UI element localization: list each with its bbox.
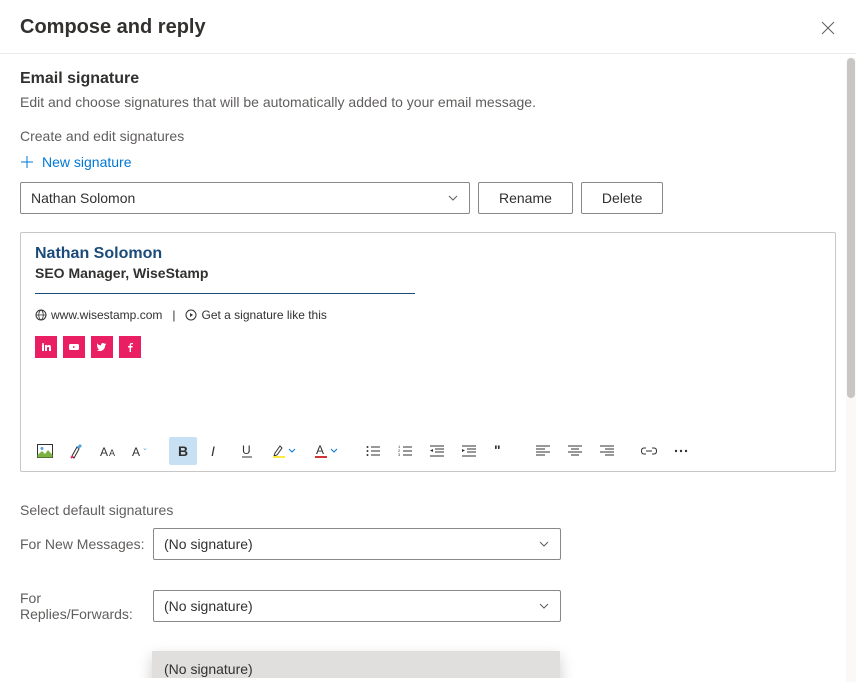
page-title: Compose and reply [20, 16, 206, 39]
preview-divider [35, 293, 415, 294]
new-signature-label: New signature [42, 154, 132, 170]
new-signature-button[interactable]: New signature [20, 154, 836, 170]
twitter-icon [91, 336, 113, 358]
svg-text:B: B [178, 444, 188, 458]
email-signature-heading: Email signature [20, 70, 836, 88]
signature-select[interactable]: Nathan Solomon [20, 182, 470, 214]
highlight-icon [272, 444, 286, 458]
align-right-icon [600, 445, 614, 457]
indent-button[interactable] [455, 437, 483, 465]
svg-text:3: 3 [398, 452, 401, 457]
bullet-list-button[interactable] [359, 437, 387, 465]
bold-button[interactable]: B [169, 437, 197, 465]
scrollbar-thumb[interactable] [847, 58, 855, 398]
youtube-icon [63, 336, 85, 358]
svg-text:A: A [132, 445, 140, 458]
preview-role: SEO Manager, WiseStamp [35, 265, 821, 281]
highlight-button[interactable] [265, 437, 303, 465]
new-messages-label: For New Messages: [20, 536, 153, 552]
quote-icon: " [494, 445, 508, 457]
align-left-icon [536, 445, 550, 457]
more-icon [674, 449, 688, 453]
bullet-list-icon [366, 445, 380, 457]
font-button[interactable]: AA [95, 437, 123, 465]
preview-cta: Get a signature like this [185, 308, 326, 322]
underline-button[interactable]: U [233, 437, 261, 465]
scrollbar[interactable] [846, 58, 856, 682]
align-center-icon [568, 445, 582, 457]
svg-text:I: I [211, 444, 215, 458]
replies-value: (No signature) [164, 598, 253, 614]
chevron-down-icon [288, 447, 296, 455]
new-messages-select[interactable]: (No signature) [153, 528, 561, 560]
replies-label: For Replies/Forwards: [20, 590, 153, 622]
indent-icon [462, 445, 476, 457]
signature-dropdown-menu: (No signature) Nathan Solomon [152, 651, 560, 678]
font-color-button[interactable]: A [307, 437, 345, 465]
play-circle-icon [185, 309, 197, 321]
quote-button[interactable]: " [487, 437, 515, 465]
align-left-button[interactable] [529, 437, 557, 465]
font-icon: AA [100, 444, 118, 458]
italic-icon: I [210, 444, 220, 458]
svg-text:": " [494, 445, 501, 457]
font-size-icon: A⌄ [132, 444, 150, 458]
new-messages-value: (No signature) [164, 536, 253, 552]
svg-text:A: A [316, 444, 324, 457]
outdent-icon [430, 445, 444, 457]
svg-text:⌄: ⌄ [142, 445, 148, 452]
close-button[interactable] [820, 20, 836, 36]
italic-button[interactable]: I [201, 437, 229, 465]
preview-separator: | [172, 308, 175, 322]
format-painter-button[interactable] [63, 437, 91, 465]
dropdown-item-no-signature[interactable]: (No signature) [152, 651, 560, 678]
linkedin-icon [35, 336, 57, 358]
outdent-button[interactable] [423, 437, 451, 465]
chevron-down-icon [538, 600, 550, 612]
underline-icon: U [241, 444, 253, 458]
email-signature-desc: Edit and choose signatures that will be … [20, 94, 836, 110]
image-icon [37, 444, 53, 458]
default-signatures-heading: Select default signatures [20, 502, 836, 518]
facebook-icon [119, 336, 141, 358]
more-options-button[interactable] [667, 437, 695, 465]
link-icon [641, 446, 657, 456]
chevron-down-icon [538, 538, 550, 550]
preview-name: Nathan Solomon [35, 245, 821, 263]
rename-button[interactable]: Rename [478, 182, 573, 214]
insert-image-button[interactable] [31, 437, 59, 465]
close-icon [821, 21, 835, 35]
preview-website: www.wisestamp.com [35, 308, 162, 322]
font-color-icon: A [314, 444, 328, 458]
align-right-button[interactable] [593, 437, 621, 465]
delete-button[interactable]: Delete [581, 182, 663, 214]
svg-text:A: A [109, 448, 115, 458]
create-signatures-label: Create and edit signatures [20, 128, 836, 144]
svg-text:A: A [100, 445, 108, 458]
align-center-button[interactable] [561, 437, 589, 465]
chevron-down-icon [447, 192, 459, 204]
signature-select-value: Nathan Solomon [31, 190, 135, 206]
svg-text:U: U [242, 444, 251, 457]
chevron-down-icon [330, 447, 338, 455]
editor-toolbar: AA A⌄ B I U A [21, 431, 835, 471]
insert-link-button[interactable] [635, 437, 663, 465]
bold-icon: B [177, 444, 189, 458]
signature-editor[interactable]: Nathan Solomon SEO Manager, WiseStamp ww… [20, 232, 836, 472]
font-size-button[interactable]: A⌄ [127, 437, 155, 465]
plus-icon [20, 155, 34, 169]
replies-select[interactable]: (No signature) [153, 590, 561, 622]
numbered-list-button[interactable]: 123 [391, 437, 419, 465]
paint-icon [69, 443, 85, 459]
globe-icon [35, 309, 47, 321]
numbered-list-icon: 123 [398, 445, 412, 457]
